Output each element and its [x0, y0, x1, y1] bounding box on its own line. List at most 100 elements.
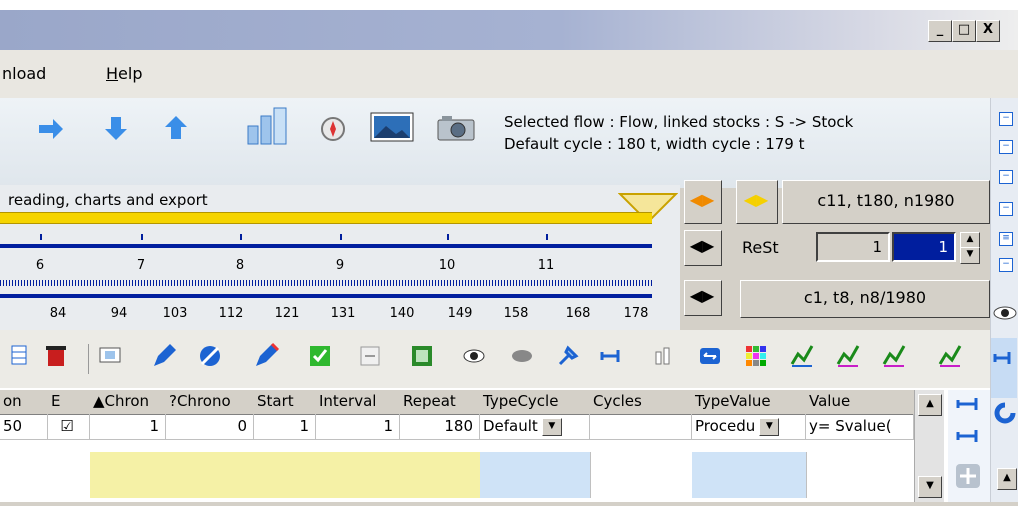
step-arrows-button[interactable]: ◀▶	[684, 280, 722, 316]
chart-icon[interactable]	[834, 342, 862, 370]
grid-empty-cell[interactable]	[400, 452, 481, 498]
eye-icon[interactable]	[460, 342, 488, 370]
palette-icon[interactable]	[742, 342, 770, 370]
arrow-right-icon[interactable]	[36, 116, 66, 142]
collapse-icon[interactable]: −	[999, 258, 1013, 272]
timeline-step-label: 178	[623, 306, 649, 321]
grid-empty-cell[interactable]	[166, 452, 255, 498]
grid-cell-start[interactable]: 1	[254, 414, 316, 440]
column-header[interactable]: Cycles	[590, 390, 696, 415]
rest-arrows-button[interactable]: ◀▶	[684, 230, 722, 266]
swap-icon[interactable]	[696, 342, 724, 370]
grid-cell-chrono[interactable]: 0	[166, 414, 254, 440]
column-header[interactable]: Repeat	[400, 390, 484, 415]
timeline-tick	[240, 234, 242, 240]
minus-icon[interactable]	[356, 342, 384, 370]
arrow-up-icon[interactable]	[162, 114, 190, 142]
grid-cell-value: 1	[299, 417, 309, 435]
rest-selected-field[interactable]: 1	[892, 232, 956, 262]
compass-icon[interactable]	[318, 114, 348, 144]
edit-icon[interactable]	[196, 342, 224, 370]
bar-chart-icon[interactable]	[244, 106, 292, 146]
dropdown-icon[interactable]: ▼	[759, 417, 780, 436]
column-header[interactable]: TypeValue	[692, 390, 810, 415]
close-button[interactable]: X	[976, 20, 1000, 42]
column-header[interactable]: E	[48, 390, 94, 415]
grid-empty-cell[interactable]	[480, 452, 591, 498]
menu-item-download[interactable]: nload	[2, 64, 46, 83]
grid-cell-value: 1	[383, 417, 393, 435]
eye-closed-icon[interactable]	[508, 342, 536, 370]
grid-cell-typevalue[interactable]: Procedu ▼	[692, 414, 806, 440]
minimize-button[interactable]: _	[928, 20, 952, 42]
refresh-icon[interactable]	[993, 400, 1017, 426]
column-header[interactable]: ▲Chron	[90, 390, 170, 415]
grid-cell-value: ☑	[60, 417, 74, 435]
arrow-down-icon[interactable]	[102, 114, 130, 142]
column-header[interactable]: Value	[806, 390, 918, 415]
column-header[interactable]: Start	[254, 390, 320, 415]
collapse-icon[interactable]: −	[999, 112, 1013, 126]
grid-empty-cell[interactable]	[254, 452, 317, 498]
timeline-step-label: 131	[330, 306, 356, 321]
grid-cell-chron[interactable]: 1	[90, 414, 166, 440]
toolbar-separator	[88, 344, 89, 374]
collapse-icon[interactable]: −	[999, 170, 1013, 184]
timeline-step-label: 103	[162, 306, 188, 321]
grid-empty-cell[interactable]	[692, 452, 807, 498]
grid-empty-cell[interactable]	[90, 452, 167, 498]
rest-value-field[interactable]: 1	[816, 232, 890, 262]
chart-icon[interactable]	[880, 342, 908, 370]
menu-item-help[interactable]: Help	[106, 64, 142, 83]
timeline-range-bar[interactable]	[0, 212, 652, 224]
grid-cell-cycles[interactable]	[590, 414, 692, 440]
grid-cell-e_checked[interactable]: ☑	[48, 414, 90, 440]
grid-empty-cell[interactable]	[316, 452, 401, 498]
yellow-arrows-button[interactable]: ◀▶	[736, 180, 778, 224]
pin-icon[interactable]	[554, 342, 582, 370]
menu-lines-icon[interactable]: ≡	[999, 232, 1013, 246]
chart-icon[interactable]	[936, 342, 964, 370]
grid-cell-value: 180	[444, 417, 473, 435]
dropdown-icon[interactable]: ▼	[541, 417, 562, 436]
chart-icon[interactable]	[788, 342, 816, 370]
column-header[interactable]: on	[0, 390, 52, 415]
column-header[interactable]: TypeCycle	[480, 390, 594, 415]
grid-scroll-up[interactable]: ▲	[918, 394, 942, 416]
right-strip: − − − − ≡ − ▲	[990, 98, 1018, 502]
spin-down-button[interactable]: ▼	[960, 247, 980, 264]
grid-cell-on[interactable]: 50	[0, 414, 48, 440]
pen-icon[interactable]	[252, 342, 280, 370]
camera-icon[interactable]	[436, 114, 476, 142]
layout-icon[interactable]	[96, 342, 124, 370]
timeline-step-label: 94	[110, 306, 128, 321]
export-icon[interactable]	[408, 342, 436, 370]
checkbox-icon[interactable]	[306, 342, 334, 370]
rest-label: ReSt	[742, 238, 779, 257]
column-header[interactable]: ?Chrono	[166, 390, 258, 415]
pin-horizontal-icon[interactable]	[598, 342, 626, 370]
grid-cell-typecycle[interactable]: Default ▼	[480, 414, 590, 440]
collapse-icon[interactable]: −	[999, 202, 1013, 216]
selection-info-line2: Default cycle : 180 t, width cycle : 179…	[504, 135, 805, 153]
grid-cell-value[interactable]: y= Svalue(	[806, 414, 914, 440]
timeline-tick	[447, 234, 449, 240]
eye-icon[interactable]	[993, 304, 1017, 322]
timeline-step-label: 84	[49, 306, 67, 321]
grid-cell-interval[interactable]: 1	[316, 414, 400, 440]
grid-icon[interactable]	[6, 342, 34, 370]
pencil-icon[interactable]	[150, 342, 178, 370]
columns-icon[interactable]	[650, 342, 678, 370]
orange-arrows-button[interactable]: ◀▶	[684, 180, 722, 224]
collapse-icon[interactable]: −	[999, 140, 1013, 154]
scroll-up-button[interactable]: ▲	[997, 468, 1017, 490]
delete-icon[interactable]	[42, 342, 70, 370]
column-header[interactable]: Interval	[316, 390, 404, 415]
landscape-icon[interactable]	[370, 112, 414, 142]
selection-info-line1: Selected flow : Flow, linked stocks : S …	[504, 113, 854, 131]
grid-cell-value: Default	[483, 417, 538, 435]
maximize-button[interactable]: □	[952, 20, 976, 42]
grid-scroll-down[interactable]: ▼	[918, 476, 942, 498]
grid-cell-repeat[interactable]: 180	[400, 414, 480, 440]
pin-panel-icon[interactable]	[991, 338, 1017, 398]
